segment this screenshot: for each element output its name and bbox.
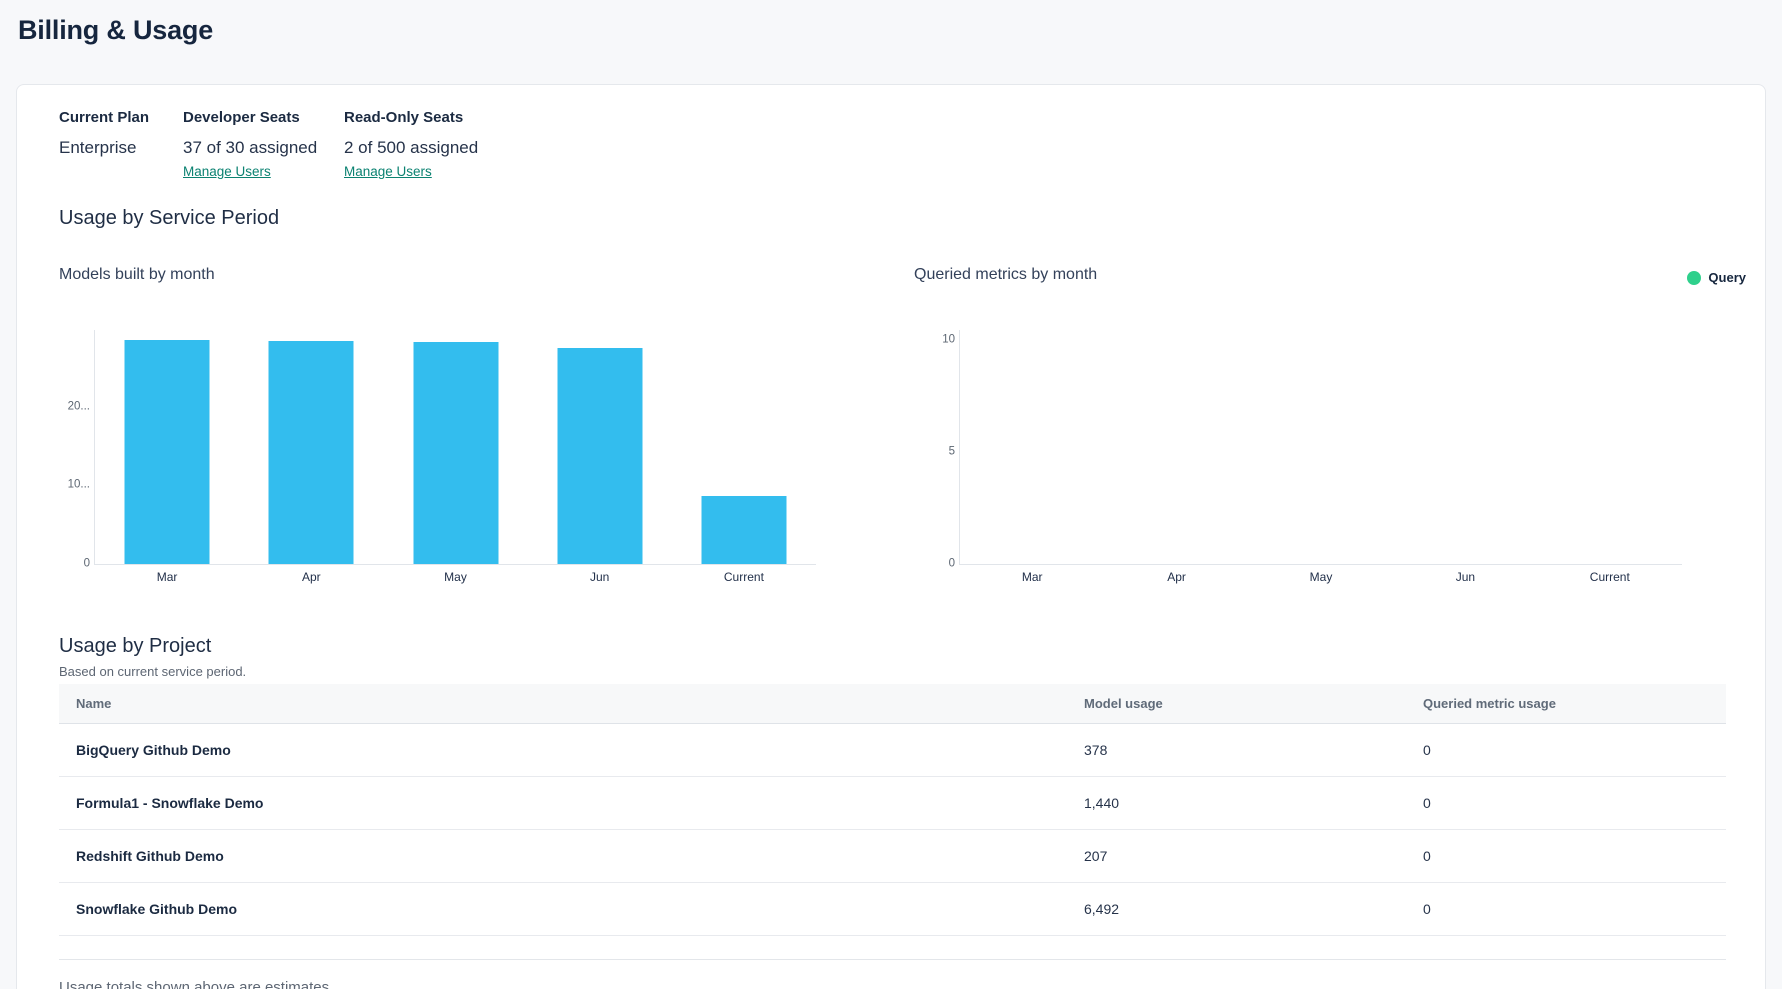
usage-by-project-subtitle: Based on current service period. (59, 664, 246, 679)
project-name-cell: Formula1 - Snowflake Demo (59, 795, 1084, 811)
x-axis-tick-label: Mar (1022, 570, 1043, 584)
project-name-cell: Redshift Github Demo (59, 848, 1084, 864)
manage-readonly-users-link[interactable]: Manage Users (344, 164, 432, 179)
developer-seats-label: Developer Seats (183, 109, 344, 127)
manage-developer-users-link[interactable]: Manage Users (183, 164, 271, 179)
y-axis-tick-label: 5 (915, 446, 955, 457)
readonly-seats-value: 2 of 500 assigned (344, 137, 478, 158)
x-axis-tick-label: Current (724, 570, 764, 584)
x-axis-tick-label: Jun (590, 570, 609, 584)
queried-metrics-by-month-chart: Queried metrics by month 0510MarAprMayJu… (914, 265, 1714, 595)
model-usage-cell: 6,492 (1084, 901, 1423, 917)
y-axis-tick-label: 20... (50, 401, 90, 412)
query-legend-dot-icon (1687, 271, 1701, 285)
billing-usage-page: Billing & Usage Current Plan Enterprise … (0, 0, 1782, 989)
project-name-cell: BigQuery Github Demo (59, 742, 1084, 758)
queried-metrics-chart-title: Queried metrics by month (914, 265, 1714, 285)
usage-by-project-title: Usage by Project (59, 635, 211, 658)
x-axis-tick-label: Current (1590, 570, 1630, 584)
models-built-by-month-chart: Models built by month 010...20...MarAprM… (59, 265, 859, 595)
bar-may (413, 342, 498, 564)
x-axis-tick-label: May (444, 570, 467, 584)
x-axis-tick-label: Apr (302, 570, 321, 584)
x-axis-tick-label: May (1310, 570, 1333, 584)
project-name-cell: Snowflake Github Demo (59, 901, 1084, 917)
queried-metric-usage-cell: 0 (1423, 795, 1726, 811)
table-row: Formula1 - Snowflake Demo 1,440 0 (59, 777, 1726, 830)
table-row: BigQuery Github Demo 378 0 (59, 724, 1726, 777)
models-built-plot-area: 010...20...MarAprMayJunCurrent (94, 330, 816, 565)
queried-metrics-plot-area: 0510MarAprMayJunCurrent (959, 330, 1682, 565)
x-axis-tick-label: Mar (157, 570, 178, 584)
bar-current (701, 496, 786, 564)
y-axis-tick-label: 0 (50, 559, 90, 570)
query-legend-label: Query (1708, 270, 1746, 285)
y-axis-tick-label: 10... (50, 480, 90, 491)
models-built-chart-title: Models built by month (59, 265, 859, 285)
column-header-model-usage: Model usage (1084, 696, 1423, 711)
queried-metric-usage-cell: 0 (1423, 742, 1726, 758)
model-usage-cell: 378 (1084, 742, 1423, 758)
bar-mar (125, 340, 210, 564)
current-plan-block: Current Plan Enterprise (59, 109, 183, 181)
queried-metric-usage-cell: 0 (1423, 848, 1726, 864)
y-axis-tick-label: 10 (915, 334, 955, 345)
readonly-seats-label: Read-Only Seats (344, 109, 478, 127)
usage-by-project-table: Name Model usage Queried metric usage Bi… (59, 684, 1726, 936)
model-usage-cell: 1,440 (1084, 795, 1423, 811)
current-plan-value: Enterprise (59, 137, 183, 158)
queried-metric-usage-cell: 0 (1423, 901, 1726, 917)
readonly-seats-block: Read-Only Seats 2 of 500 assigned Manage… (344, 109, 478, 181)
table-row: Snowflake Github Demo 6,492 0 (59, 883, 1726, 936)
usage-footnote: Usage totals shown above are estimates. (59, 979, 333, 989)
model-usage-cell: 207 (1084, 848, 1423, 864)
y-axis-tick-label: 0 (915, 559, 955, 570)
column-header-name: Name (59, 696, 1084, 711)
bar-apr (269, 341, 354, 564)
x-axis-tick-label: Jun (1456, 570, 1475, 584)
bar-jun (557, 348, 642, 564)
current-plan-label: Current Plan (59, 109, 183, 127)
plan-summary: Current Plan Enterprise Developer Seats … (59, 109, 478, 181)
table-header-row: Name Model usage Queried metric usage (59, 684, 1726, 724)
page-header: Billing & Usage (0, 0, 1782, 70)
billing-card: Current Plan Enterprise Developer Seats … (16, 84, 1766, 989)
table-row: Redshift Github Demo 207 0 (59, 830, 1726, 883)
x-axis-tick-label: Apr (1167, 570, 1186, 584)
column-header-queried-metric-usage: Queried metric usage (1423, 696, 1726, 711)
divider (59, 959, 1726, 960)
developer-seats-block: Developer Seats 37 of 30 assigned Manage… (183, 109, 344, 181)
developer-seats-value: 37 of 30 assigned (183, 137, 344, 158)
chart-legend: Query (1687, 270, 1746, 285)
page-title: Billing & Usage (18, 15, 213, 46)
usage-by-service-period-title: Usage by Service Period (59, 207, 279, 230)
